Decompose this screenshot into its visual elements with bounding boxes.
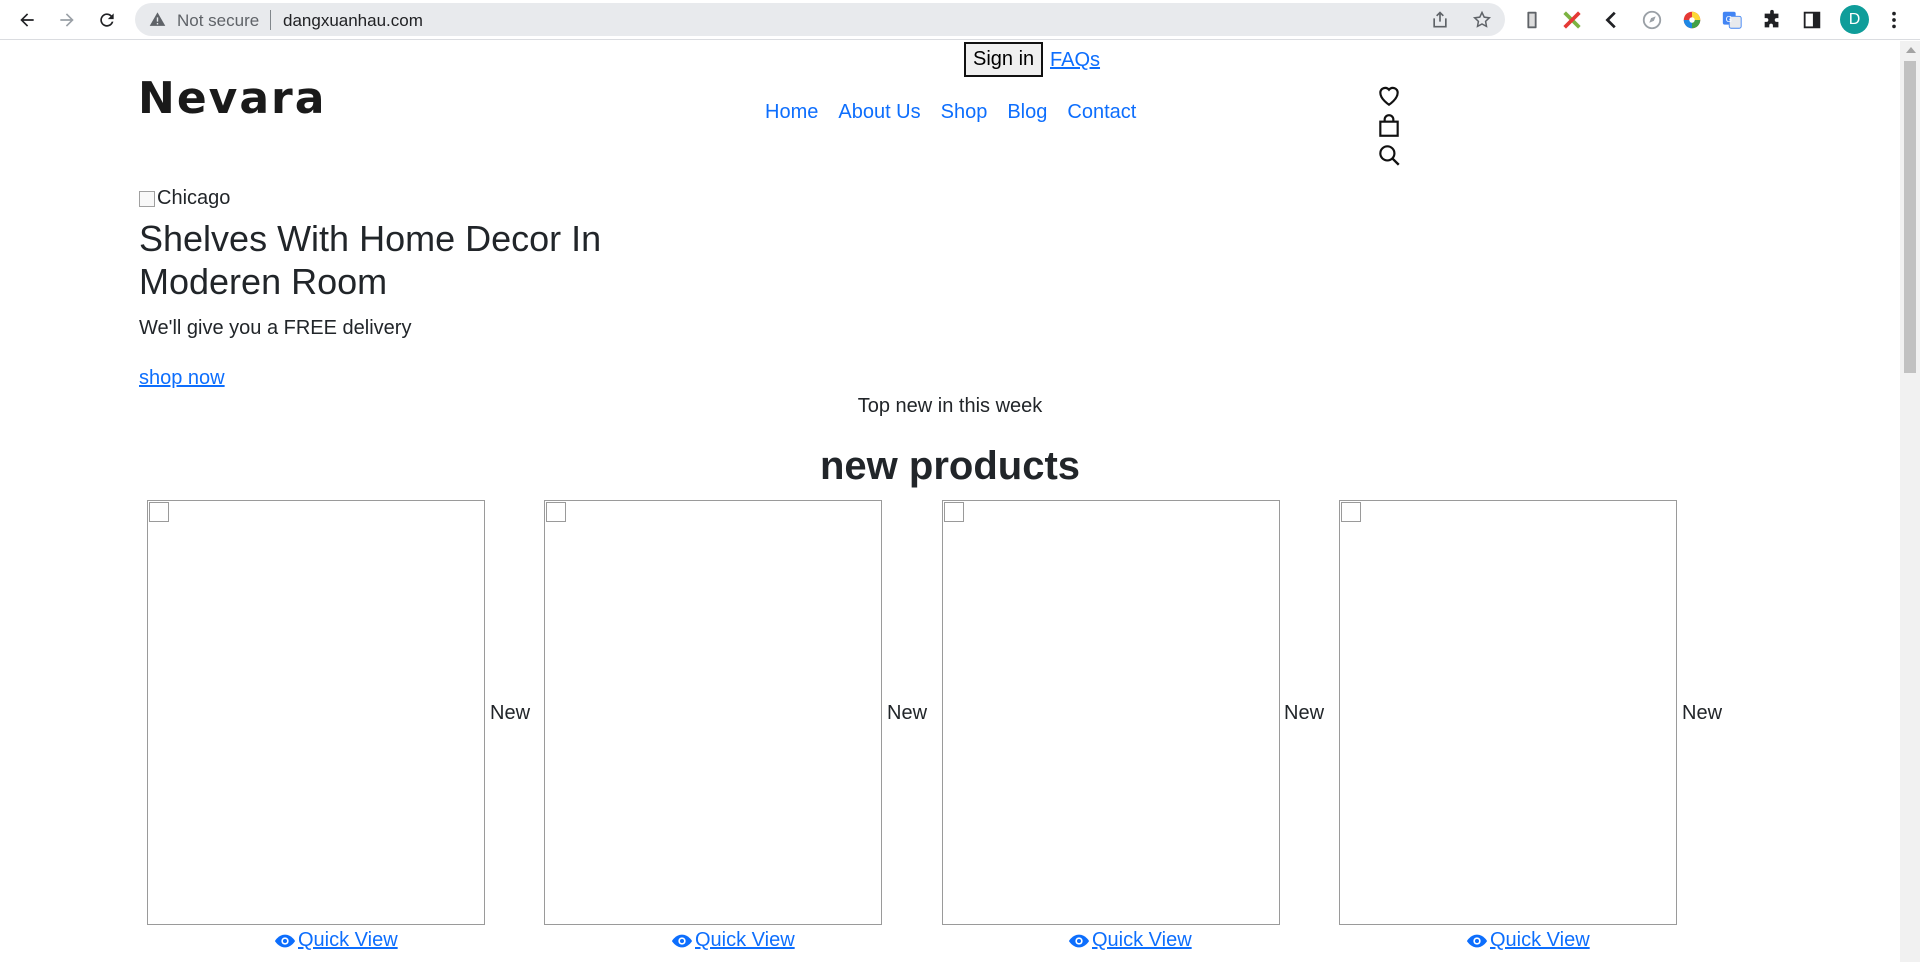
bookmark-star-icon[interactable] [1472,10,1492,30]
broken-image-icon [149,502,169,522]
shop-now-link[interactable]: shop now [139,367,225,390]
faq-link[interactable]: FAQs [1050,49,1100,72]
broken-image-icon [546,502,566,522]
page-viewport: Sign in FAQs Nevara Home About Us Shop B… [0,41,1900,962]
quick-view-link[interactable]: Quick View [274,929,398,952]
side-panel-icon[interactable] [1800,8,1824,32]
security-label[interactable]: Not secure [177,11,259,31]
quick-view-link[interactable]: Quick View [1068,929,1192,952]
extension-translate-icon[interactable]: G [1720,8,1744,32]
quick-view-label: Quick View [298,929,398,951]
arrow-right-icon [60,13,74,27]
arrow-left-icon [20,13,34,27]
vertical-scrollbar[interactable] [1900,41,1920,962]
browser-toolbar: Not secure dangxuanhau.com G D [0,0,1920,40]
product-image-2[interactable] [544,500,882,925]
eye-icon [274,934,296,947]
scroll-up-icon[interactable] [1906,47,1916,53]
extension-chevron-icon[interactable] [1600,8,1624,32]
heart-icon [1379,86,1399,106]
site-logo[interactable]: Nevara [138,73,326,124]
address-separator [270,10,271,30]
signin-button[interactable]: Sign in [964,42,1044,77]
back-button[interactable] [11,4,43,36]
eye-icon [671,934,693,947]
extension-battery-icon[interactable] [1520,8,1544,32]
quick-view-link[interactable]: Quick View [671,929,795,952]
nav-item-shop[interactable]: Shop [941,101,988,124]
browser-menu-icon[interactable] [1882,8,1906,32]
section-eyebrow: Top new in this week [857,395,1043,417]
section-title: new products [819,444,1081,488]
extension-compass-icon[interactable] [1640,8,1664,32]
nav-item-about-us[interactable]: About Us [838,101,920,124]
broken-image-icon [139,190,155,207]
quick-view-label: Quick View [695,929,795,951]
new-badge: New [887,702,928,724]
nav-item-contact[interactable]: Contact [1067,101,1136,124]
reload-button[interactable] [91,4,123,36]
search-button[interactable] [1376,142,1402,168]
share-icon[interactable] [1430,10,1450,30]
hero-title: Shelves With Home Decor In Moderen Room [139,218,602,302]
hero-image-alt: Chicago [157,187,231,209]
quick-view-label: Quick View [1092,929,1192,951]
url-text[interactable]: dangxuanhau.com [283,11,423,31]
quick-view-link[interactable]: Quick View [1466,929,1590,952]
main-nav: Home About Us Shop Blog Contact [765,101,1136,124]
product-image-4[interactable] [1339,500,1677,925]
extensions-puzzle-icon[interactable] [1760,8,1784,32]
svg-text:G: G [1726,14,1732,24]
extension-cross-icon[interactable] [1560,8,1584,32]
eye-icon [1068,934,1090,947]
product-image-1[interactable] [147,500,485,925]
extension-color-wheel-icon[interactable] [1680,8,1704,32]
product-image-3[interactable] [942,500,1280,925]
eye-icon [1466,934,1488,947]
broken-image-icon [1341,502,1361,522]
address-bar[interactable]: Not secure dangxuanhau.com [135,3,1505,36]
search-icon [1379,145,1400,166]
nav-item-blog[interactable]: Blog [1007,101,1047,124]
new-badge: New [1284,702,1325,724]
cart-button[interactable] [1376,113,1402,139]
quick-view-label: Quick View [1490,929,1590,951]
hero-subtitle: We'll give you a FREE delivery [139,317,412,339]
forward-button[interactable] [51,4,83,36]
warning-icon [149,12,166,26]
shopping-bag-icon [1379,114,1399,137]
reload-icon [100,13,114,27]
nav-item-home[interactable]: Home [765,101,818,124]
profile-avatar[interactable]: D [1840,5,1869,34]
broken-image-icon [944,502,964,522]
scrollbar-thumb[interactable] [1904,61,1916,373]
hero-image: Chicago [139,187,230,210]
new-badge: New [1682,702,1723,724]
wishlist-button[interactable] [1376,83,1402,109]
new-badge: New [490,702,531,724]
